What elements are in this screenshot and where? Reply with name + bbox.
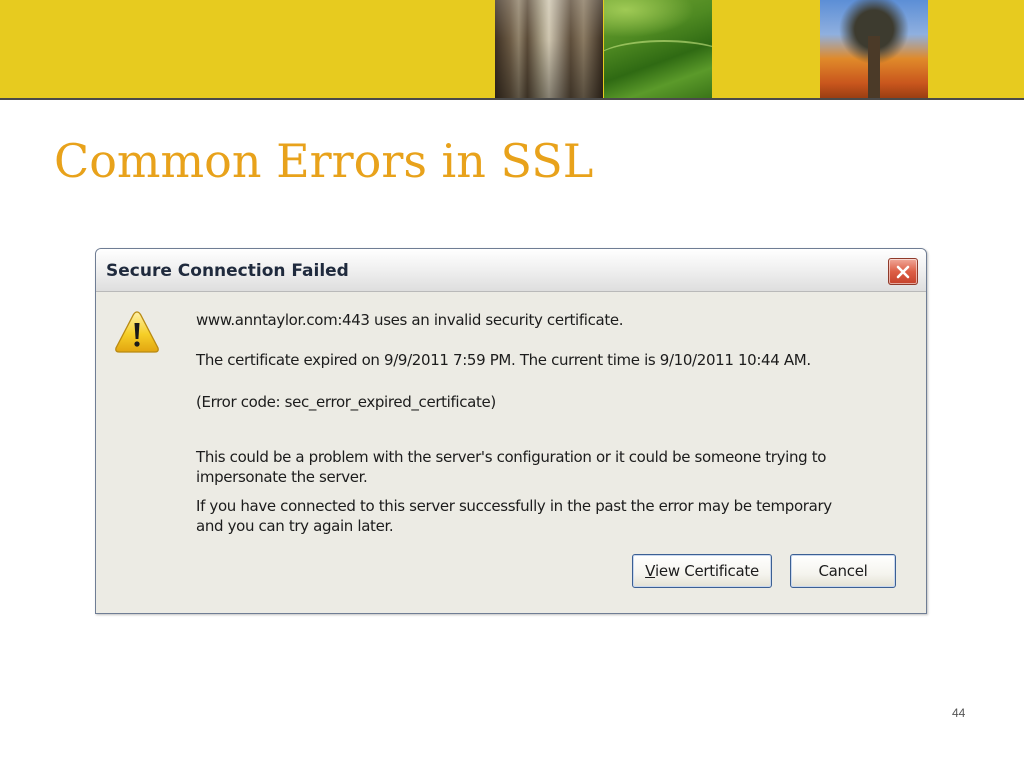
message-expiry-details: The certificate expired on 9/9/2011 7:59… xyxy=(196,351,811,369)
header-banner xyxy=(0,0,1024,98)
warning-icon xyxy=(115,311,159,353)
page-number: 44 xyxy=(952,706,966,720)
close-icon xyxy=(896,265,910,278)
cancel-button[interactable]: Cancel xyxy=(790,554,896,588)
message-advice-line2: and you can try again later. xyxy=(196,517,394,535)
message-advice-line1: If you have connected to this server suc… xyxy=(196,497,832,515)
banner-photo-window xyxy=(495,0,603,98)
banner-photo-hills xyxy=(604,0,712,98)
view-certificate-label: iew Certificate xyxy=(655,562,759,580)
dialog-title: Secure Connection Failed xyxy=(106,261,349,281)
close-button[interactable] xyxy=(888,258,918,285)
message-invalid-certificate: www.anntaylor.com:443 uses an invalid se… xyxy=(196,311,624,329)
slide-title: Common Errors in SSL xyxy=(54,134,594,188)
message-explanation-line2: impersonate the server. xyxy=(196,468,368,486)
cancel-label: Cancel xyxy=(818,562,868,580)
banner-photo-tree xyxy=(820,0,928,98)
message-error-code: (Error code: sec_error_expired_certifica… xyxy=(196,393,496,411)
banner-divider xyxy=(0,98,1024,100)
view-certificate-button[interactable]: View Certificate xyxy=(632,554,772,588)
view-certificate-accelerator: V xyxy=(645,562,656,580)
dialog-titlebar: Secure Connection Failed xyxy=(96,249,926,292)
secure-connection-failed-dialog: Secure Connection Failed www.anntaylor.c… xyxy=(95,248,927,614)
message-explanation-line1: This could be a problem with the server'… xyxy=(196,448,827,466)
